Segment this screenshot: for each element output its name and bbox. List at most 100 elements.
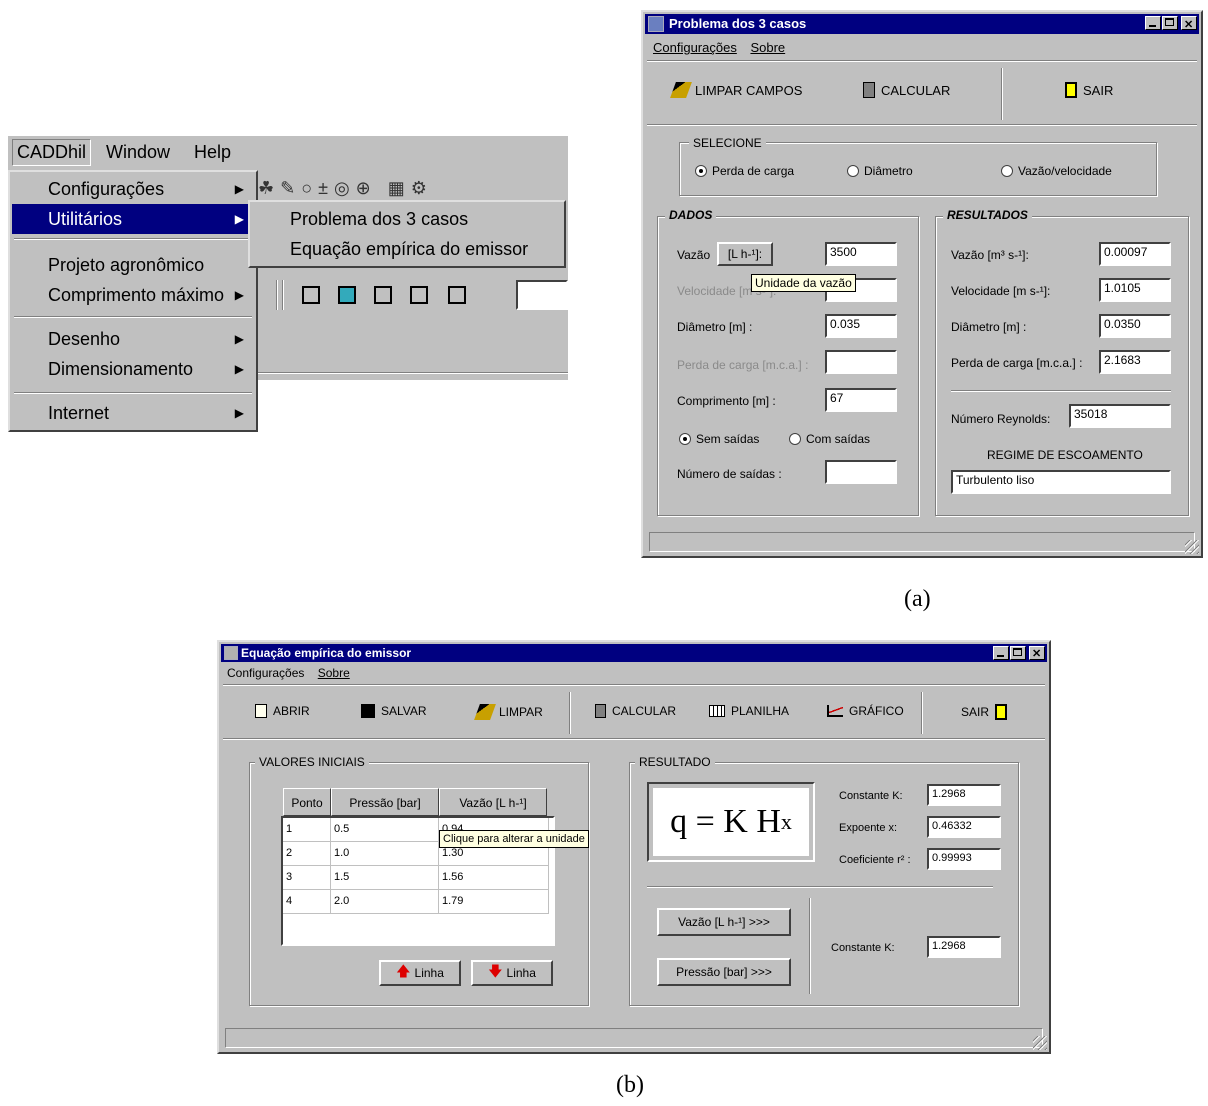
view-icon[interactable] [302, 286, 320, 304]
dados-legend: DADOS [665, 208, 717, 222]
copy-icon[interactable] [410, 286, 428, 304]
maximize-icon[interactable] [1162, 16, 1178, 30]
grafico-button[interactable]: GRÁFICO [827, 704, 904, 718]
cut-icon[interactable] [448, 286, 466, 304]
titlebar: Equação empírica do emissor [221, 644, 1047, 663]
menu-item-desenho[interactable]: Desenho ▶ [12, 324, 254, 354]
window-problema-3-casos: Problema dos 3 casos Configurações Sobre… [641, 10, 1203, 558]
rect-icon[interactable] [338, 286, 356, 304]
submenu-equacao-emissor[interactable]: Equação empírica do emissor [252, 234, 562, 264]
close-icon[interactable] [1181, 15, 1197, 35]
arrow-down-icon: 🡇 [488, 963, 503, 979]
menubar-caddhil[interactable]: CADDhil [12, 139, 92, 166]
x-label: Expoente x: [839, 822, 898, 834]
salvar-button[interactable]: SALVAR [361, 704, 427, 718]
vazao-unit-tooltip: Unidade da vazão [751, 274, 856, 292]
cell-pressao-2[interactable]: 1.0 [331, 842, 439, 866]
planilha-button[interactable]: PLANILHA [709, 704, 789, 718]
menubar-help[interactable]: Help [194, 142, 231, 163]
menu-sobre[interactable]: Sobre [750, 40, 785, 55]
resize-grip-icon[interactable] [1185, 540, 1199, 554]
sair-button[interactable]: SAIR [961, 704, 1008, 720]
formula-exponent: x [780, 809, 792, 834]
cell-ponto-3[interactable]: 3 [283, 866, 331, 890]
cascade-icon[interactable] [374, 286, 392, 304]
cell-pressao-4[interactable]: 2.0 [331, 890, 439, 914]
menu-item-dimensionamento[interactable]: Dimensionamento ▶ [12, 354, 254, 384]
radio-sem-saidas[interactable]: Sem saídas [679, 432, 759, 446]
spreadsheet-icon [709, 705, 725, 717]
cell-vazao-4[interactable]: 1.79 [439, 890, 549, 914]
minimize-icon[interactable] [993, 646, 1009, 660]
formula-text: q = K H [670, 803, 781, 840]
limpar-button[interactable]: LIMPAR [474, 704, 543, 720]
chart-icon [827, 705, 843, 717]
cell-pressao-1[interactable]: 0.5 [331, 818, 439, 842]
open-file-icon [255, 704, 267, 718]
vazao-calc-button[interactable]: Vazão [L h-¹] >>> [657, 908, 791, 936]
delete-row-button[interactable]: 🡇 Linha [471, 960, 553, 986]
abrir-button[interactable]: ABRIR [255, 704, 310, 718]
res-regime-label: REGIME DE ESCOAMENTO [987, 448, 1143, 462]
col-header-vazao[interactable]: Vazão [L h-¹] [439, 788, 547, 816]
caddhil-dropdown-menu: Configurações ▶ Utilitários ▶ Projeto agro… [8, 170, 258, 432]
cell-vazao-3[interactable]: 1.56 [439, 866, 549, 890]
menu-item-utilitarios[interactable]: Utilitários ▶ [12, 204, 254, 234]
calcular-button[interactable]: CALCULAR [863, 82, 950, 98]
menu-item-internet[interactable]: Internet ▶ [12, 398, 254, 428]
res-perda-label: Perda de carga [m.c.a.] : [951, 356, 1083, 370]
selecione-legend: SELECIONE [689, 136, 766, 150]
status-bar [225, 1028, 1043, 1048]
status-bar [649, 532, 1195, 552]
dados-comprimento-label: Comprimento [m] : [677, 394, 776, 408]
k2-label: Constante K: [831, 942, 895, 954]
menubar-window[interactable]: Window [106, 142, 170, 163]
cell-ponto-1[interactable]: 1 [283, 818, 331, 842]
menubar: Configurações Sobre [227, 666, 360, 680]
radio-perda-de-carga[interactable]: Perda de carga [695, 164, 794, 178]
menu-sobre[interactable]: Sobre [318, 666, 350, 680]
formula-panel: q = K Hx [653, 788, 809, 856]
menu-item-configuracoes[interactable]: Configurações ▶ [12, 174, 254, 204]
menu-item-comprimento-maximo[interactable]: Comprimento máximo ▶ [12, 280, 254, 310]
resultado-legend: RESULTADO [635, 755, 715, 769]
dados-perda-input[interactable] [825, 350, 897, 374]
broom-icon [670, 82, 692, 98]
sair-button[interactable]: SAIR [1065, 82, 1113, 98]
limpar-campos-button[interactable]: LIMPAR CAMPOS [670, 82, 802, 98]
radio-com-saidas[interactable]: Com saídas [789, 432, 870, 446]
exit-door-icon [995, 704, 1008, 720]
cell-pressao-3[interactable]: 1.5 [331, 866, 439, 890]
vazao-unit-button[interactable]: [L h-¹]: [717, 242, 773, 266]
minimize-icon[interactable] [1145, 16, 1161, 30]
res-perda-output: 2.1683 [1099, 350, 1171, 374]
menu-configuracoes[interactable]: Configurações [227, 666, 304, 680]
add-row-button[interactable]: 🡅 Linha [379, 960, 461, 986]
radio-vazao-velocidade[interactable]: Vazão/velocidade [1001, 164, 1112, 178]
dados-vazao-input[interactable]: 3500 [825, 242, 897, 266]
col-header-pressao[interactable]: Pressão [bar] [331, 788, 439, 816]
res-reynolds-output: 35018 [1069, 404, 1171, 428]
calculator-icon [863, 82, 875, 98]
maximize-icon[interactable] [1010, 646, 1026, 660]
dados-vazao-label: Vazão [677, 248, 711, 262]
dados-num-saidas-label: Número de saídas : [677, 467, 782, 481]
toolbar-combo[interactable] [516, 280, 568, 310]
cell-ponto-4[interactable]: 4 [283, 890, 331, 914]
exit-door-icon [1065, 82, 1077, 98]
menu-configuracoes[interactable]: Configurações [653, 40, 737, 55]
close-icon[interactable] [1029, 645, 1045, 663]
calcular-button[interactable]: CALCULAR [595, 704, 676, 718]
radio-diametro[interactable]: Diâmetro [847, 164, 913, 178]
res-velocidade-label: Velocidade [m s-¹]: [951, 284, 1051, 298]
calculator-icon [595, 704, 606, 718]
cell-ponto-2[interactable]: 2 [283, 842, 331, 866]
dados-diametro-input[interactable]: 0.035 [825, 314, 897, 338]
r2-output: 0.99993 [927, 848, 1001, 870]
dados-num-saidas-input[interactable] [825, 460, 897, 484]
menu-item-projeto-agronomico[interactable]: Projeto agronômico [12, 250, 254, 280]
submenu-problema-3-casos[interactable]: Problema dos 3 casos [252, 204, 562, 234]
dados-comprimento-input[interactable]: 67 [825, 388, 897, 412]
resize-grip-icon[interactable] [1033, 1036, 1047, 1050]
pressao-calc-button[interactable]: Pressão [bar] >>> [657, 958, 791, 986]
